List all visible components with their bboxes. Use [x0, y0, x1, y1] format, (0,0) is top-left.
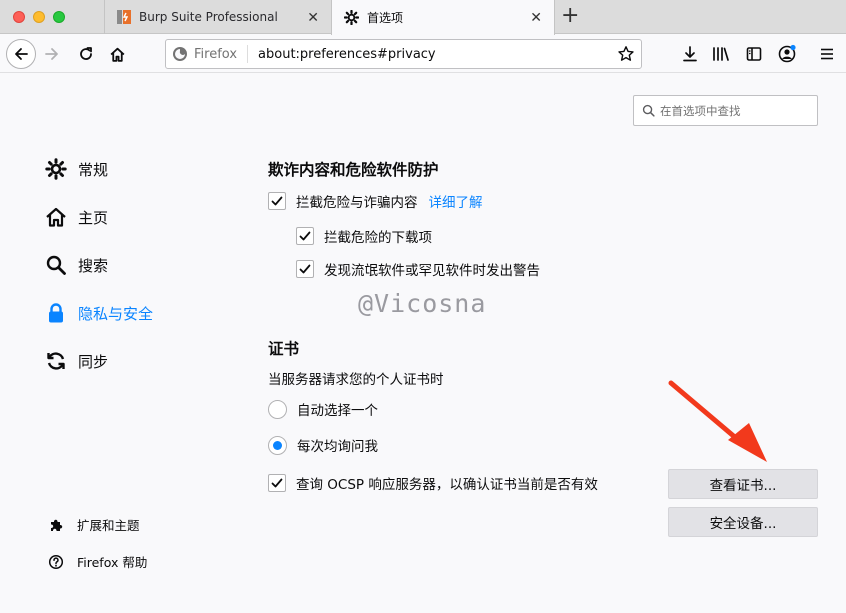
ask-every-time-label[interactable]: 每次均询问我 — [297, 435, 378, 455]
sidebar-item-label: 同步 — [78, 352, 109, 371]
auto-select-label[interactable]: 自动选择一个 — [297, 399, 378, 419]
url-bar[interactable]: Firefox about:preferences#privacy — [165, 39, 642, 69]
tab-label: 首选项 — [367, 11, 404, 25]
sidebar-item-search[interactable]: 搜索 — [43, 252, 108, 278]
auto-select-radio[interactable] — [268, 399, 287, 419]
block-dangerous-label[interactable]: 拦截危险与诈骗内容 — [296, 191, 418, 211]
account-icon — [778, 44, 796, 63]
sidebar-item-sync[interactable]: 同步 — [43, 348, 108, 374]
certificates-heading: 证书 — [268, 340, 300, 358]
hamburger-icon — [821, 48, 833, 60]
view-certificates-button[interactable]: 查看证书... — [668, 469, 818, 499]
sidebar-link-addons[interactable]: 扩展和主题 — [47, 515, 140, 534]
ocsp-row: 查询 OCSP 响应服务器，以确认证书当前是否有效 — [268, 473, 598, 493]
sidebar-item-label: 隐私与安全 — [78, 304, 154, 323]
account-button[interactable] — [776, 43, 798, 65]
sidebar-icon — [746, 47, 762, 61]
back-arrow-icon — [15, 48, 28, 60]
warn-unwanted-label[interactable]: 发现流氓软件或罕见软件时发出警告 — [324, 259, 540, 279]
title-bar: Burp Suite Professional ✕ 首选项 ✕ + — [0, 0, 846, 35]
sidebar-link-label: 扩展和主题 — [77, 518, 140, 533]
certificates-description: 当服务器请求您的个人证书时 — [268, 372, 444, 388]
help-icon — [47, 554, 65, 570]
nav-bar: Firefox about:preferences#privacy — [0, 35, 846, 73]
auto-select-row: 自动选择一个 — [268, 399, 378, 419]
sidebar-item-label: 常规 — [78, 160, 109, 179]
forward-arrow-icon — [45, 48, 58, 60]
protection-heading: 欺诈内容和危险软件防护 — [268, 161, 439, 179]
sidebar-link-label: Firefox 帮助 — [77, 555, 148, 570]
checkmark-icon — [299, 231, 311, 241]
sidebar-item-label: 搜索 — [78, 256, 109, 275]
home-button[interactable] — [107, 44, 127, 64]
tab-label: Burp Suite Professional — [139, 10, 278, 24]
preferences-search-input[interactable]: 在首选项中查找 — [633, 95, 818, 126]
sidebar-toggle-button[interactable] — [744, 44, 764, 64]
checkmark-icon — [299, 264, 311, 274]
close-tab-icon[interactable]: ✕ — [307, 10, 319, 26]
minimize-window-button[interactable] — [33, 11, 45, 23]
checkmark-icon — [271, 478, 283, 488]
library-icon — [713, 47, 729, 61]
radio-selected-dot — [273, 440, 282, 450]
burp-icon — [117, 10, 131, 24]
warn-unwanted-row: 发现流氓软件或罕见软件时发出警告 — [296, 259, 540, 279]
puzzle-icon — [47, 517, 65, 533]
gear-icon — [344, 10, 359, 25]
watermark-text: @Vicosna — [358, 289, 487, 318]
url-text[interactable]: about:preferences#privacy — [258, 47, 436, 62]
checkmark-icon — [271, 196, 283, 206]
bookmark-star-icon[interactable] — [617, 45, 635, 67]
menu-button[interactable] — [817, 44, 837, 64]
security-devices-button[interactable]: 安全设备... — [668, 507, 818, 537]
learn-more-link[interactable]: 详细了解 — [429, 191, 483, 211]
gear-icon — [43, 156, 69, 182]
block-dangerous-checkbox[interactable] — [268, 192, 286, 210]
new-tab-button[interactable]: + — [561, 3, 579, 28]
reload-button[interactable] — [76, 44, 96, 64]
search-icon — [642, 104, 655, 117]
block-downloads-label[interactable]: 拦截危险的下载项 — [324, 226, 432, 246]
sync-icon — [43, 348, 69, 374]
sidebar-item-home[interactable]: 主页 — [43, 204, 108, 230]
search-placeholder: 在首选项中查找 — [660, 103, 741, 118]
identity-box[interactable]: Firefox — [172, 45, 249, 63]
tab-burp-suite[interactable]: Burp Suite Professional ✕ — [104, 0, 331, 34]
block-downloads-checkbox[interactable] — [296, 227, 314, 245]
close-tab-icon[interactable]: ✕ — [530, 10, 542, 26]
sidebar-link-help[interactable]: Firefox 帮助 — [47, 552, 147, 571]
search-icon — [43, 252, 69, 278]
sidebar-item-general[interactable]: 常规 — [43, 156, 108, 182]
ask-every-time-radio[interactable] — [268, 435, 287, 455]
forward-button[interactable] — [42, 44, 62, 64]
ask-every-time-row: 每次均询问我 — [268, 435, 378, 455]
home-icon — [110, 47, 124, 62]
block-dangerous-row: 拦截危险与诈骗内容 详细了解 — [268, 191, 483, 211]
sidebar-item-privacy[interactable]: 隐私与安全 — [43, 300, 153, 326]
close-window-button[interactable] — [13, 11, 25, 23]
firefox-icon — [173, 47, 187, 61]
library-button[interactable] — [711, 44, 731, 64]
sidebar-item-label: 主页 — [78, 208, 109, 227]
ocsp-label[interactable]: 查询 OCSP 响应服务器，以确认证书当前是否有效 — [296, 473, 598, 493]
zoom-window-button[interactable] — [53, 11, 65, 23]
reload-icon — [80, 47, 92, 60]
download-icon — [683, 46, 697, 62]
warn-unwanted-checkbox[interactable] — [296, 260, 314, 278]
identity-label: Firefox — [194, 46, 238, 62]
ocsp-checkbox[interactable] — [268, 474, 286, 492]
back-button[interactable] — [6, 39, 36, 69]
downloads-button[interactable] — [680, 44, 700, 64]
lock-icon — [43, 300, 69, 326]
tab-preferences[interactable]: 首选项 ✕ — [331, 0, 555, 35]
block-downloads-row: 拦截危险的下载项 — [296, 226, 432, 246]
home-icon — [43, 204, 69, 230]
